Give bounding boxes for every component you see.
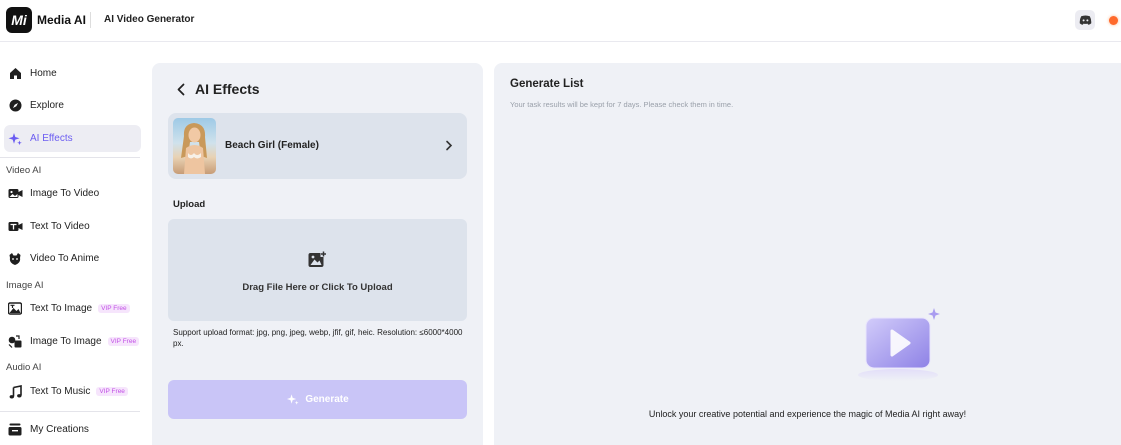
upload-label: Upload (173, 199, 206, 210)
sidebar-item-label: Explore (30, 100, 64, 111)
sidebar-divider (0, 157, 140, 158)
image-upload-icon (308, 251, 327, 267)
text-image-icon (7, 301, 23, 317)
sidebar: Home Explore AI Effects Video AI Image T… (0, 42, 148, 445)
sidebar-item-my-creations[interactable]: My Creations (4, 416, 141, 443)
effect-name: Beach Girl (Female) (225, 140, 319, 151)
sidebar-item-image-to-video[interactable]: Image To Video (4, 180, 141, 207)
generate-button[interactable]: Generate (168, 380, 467, 419)
home-icon (7, 66, 23, 82)
empty-video-illustration (858, 308, 940, 381)
sparkle-icon (287, 394, 299, 405)
drop-instructions: Drag File Here or Click To Upload (242, 282, 393, 293)
sidebar-item-explore[interactable]: Explore (4, 92, 141, 119)
generate-list-title: Generate List (510, 78, 584, 90)
media-ai-logo[interactable]: Mi (6, 7, 32, 33)
sidebar-item-label: My Creations (30, 424, 89, 435)
discord-button[interactable] (1075, 10, 1095, 30)
image-image-icon (7, 334, 23, 350)
effect-thumbnail (173, 118, 216, 174)
sidebar-item-label: Text To Music (30, 386, 91, 397)
anime-icon (7, 251, 23, 267)
top-header: Mi Media AI AI Video Generator (0, 0, 1121, 42)
effect-selector[interactable]: Beach Girl (Female) (168, 113, 467, 179)
image-video-icon (7, 186, 23, 202)
page-title: AI Video Generator (104, 14, 195, 25)
sidebar-item-image-to-image[interactable]: Image To Image VIP Free (4, 328, 141, 355)
upload-support-text: Support upload format: jpg, png, jpeg, w… (173, 328, 463, 348)
sidebar-item-label: Text To Image (30, 303, 93, 314)
sidebar-item-label: Video To Anime (30, 253, 100, 264)
effects-panel: AI Effects Beach Girl (Female) Upload Dr… (152, 63, 483, 445)
discord-icon (1079, 15, 1091, 25)
compass-icon (7, 98, 23, 114)
chevron-right-icon (446, 140, 453, 151)
vip-free-badge: VIP Free (98, 304, 130, 313)
effects-title: AI Effects (195, 81, 260, 97)
sidebar-item-text-to-video[interactable]: Text To Video (4, 213, 141, 240)
header-divider (90, 12, 91, 28)
music-icon (7, 384, 23, 400)
vip-free-badge: VIP Free (107, 337, 140, 346)
sidebar-item-text-to-image[interactable]: Text To Image VIP Free (4, 295, 141, 322)
section-audio-ai: Audio AI (6, 362, 42, 373)
notification-dot[interactable] (1109, 16, 1118, 25)
sidebar-item-label: Text To Video (30, 221, 90, 232)
upload-dropzone[interactable]: Drag File Here or Click To Upload (168, 219, 467, 321)
beach-girl-image (181, 123, 207, 174)
empty-state-text: Unlock your creative potential and exper… (648, 409, 967, 419)
back-arrow-icon[interactable] (176, 83, 186, 96)
sidebar-item-text-to-music[interactable]: Text To Music VIP Free (4, 378, 141, 405)
sidebar-item-home[interactable]: Home (4, 60, 141, 87)
sidebar-divider (0, 411, 140, 412)
sidebar-item-label: Image To Video (30, 188, 100, 199)
text-video-icon (7, 219, 23, 235)
generate-list-subtitle: Your task results will be kept for 7 day… (510, 100, 734, 109)
vip-free-badge: VIP Free (96, 387, 128, 396)
section-video-ai: Video AI (6, 165, 42, 176)
sidebar-item-label: AI Effects (30, 133, 73, 144)
brand-name: Media AI (37, 13, 86, 27)
section-image-ai: Image AI (6, 280, 44, 291)
generate-list-panel: Generate List Your task results will be … (494, 63, 1121, 445)
creations-icon (7, 422, 23, 438)
generate-label: Generate (305, 394, 349, 405)
sidebar-item-label: Home (30, 68, 57, 79)
sparkle-icon (7, 131, 23, 147)
sidebar-item-ai-effects[interactable]: AI Effects (4, 125, 141, 152)
sidebar-item-label: Image To Image (30, 336, 102, 347)
sidebar-item-video-to-anime[interactable]: Video To Anime (4, 245, 141, 272)
